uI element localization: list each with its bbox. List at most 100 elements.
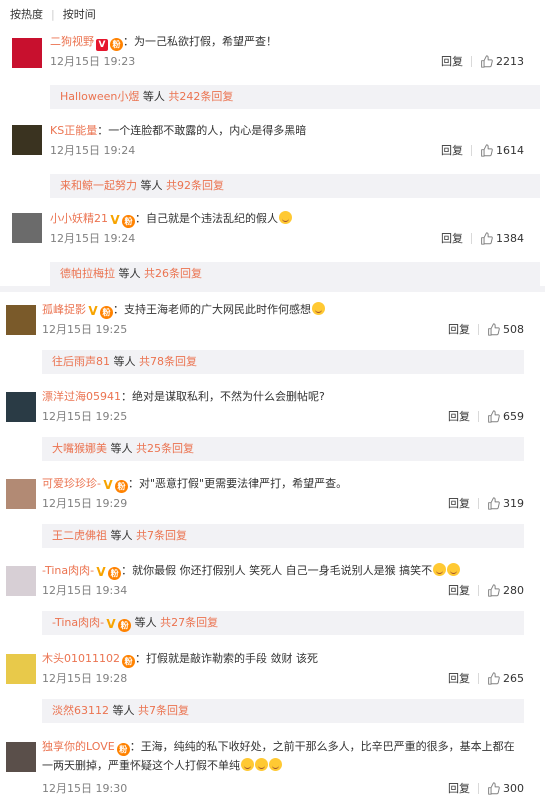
fan-badge-icon: 粉 (116, 743, 130, 756)
reply-etc-label: 等人 (110, 529, 133, 542)
reply-button[interactable]: 回复 (448, 408, 470, 424)
colon-separator: ： (121, 564, 133, 577)
colon-separator: ： (123, 35, 134, 48)
reply-count[interactable]: 共7条回复 (138, 704, 189, 717)
comment-item: -Tina肉肉- V 粉：就你最假 你还打假别人 笑死人 自己一身毛说别人是猴 搞笑… (0, 560, 545, 640)
comment-username[interactable]: 小小妖精21 (50, 212, 108, 225)
reply-count-number: 92 (177, 179, 191, 192)
user-avatar[interactable] (6, 742, 36, 772)
emoji-icon (447, 563, 461, 576)
comment-username[interactable]: 漂洋过海05941 (42, 390, 121, 403)
reply-count[interactable]: 共92条回复 (166, 179, 224, 192)
user-avatar[interactable] (12, 38, 42, 68)
reply-summary[interactable]: Halloween小煜 等人 共242条回复 (50, 85, 540, 109)
like-button[interactable]: 2213 (480, 55, 524, 68)
comment-username[interactable]: 二狗视野 (50, 35, 94, 48)
user-avatar[interactable] (6, 392, 36, 422)
reply-username[interactable]: 往后雨声81 (52, 355, 110, 368)
reply-count[interactable]: 共25条回复 (136, 442, 194, 455)
reply-button[interactable]: 回复 (441, 142, 463, 158)
like-button[interactable]: 1384 (480, 232, 524, 245)
reply-count[interactable]: 共78条回复 (139, 355, 197, 368)
reply-button[interactable]: 回复 (448, 670, 470, 686)
like-button[interactable]: 508 (487, 323, 524, 336)
reply-username[interactable]: 来和鲸一起努力 (60, 179, 137, 192)
reply-summary[interactable]: -Tina肉肉- V 粉 等人 共27条回复 (42, 611, 524, 635)
fan-badge-icon: 粉 (110, 38, 123, 51)
reply-summary[interactable]: 来和鲸一起努力 等人 共92条回复 (50, 174, 540, 198)
reply-username[interactable]: 王二虎佛祖 (52, 529, 107, 542)
like-button[interactable]: 1614 (480, 144, 524, 157)
comment-line: 小小妖精21 V 粉：自己就是个违法乱纪的假人 (50, 211, 292, 228)
colon-separator: ： (121, 390, 132, 403)
comment-line: 孤峰捉影 V 粉：支持王海老师的广大网民此时作何感想 (42, 302, 325, 319)
like-count: 1614 (496, 143, 524, 157)
reply-count[interactable]: 共7条回复 (136, 529, 187, 542)
reply-username[interactable]: 淡然63112 (52, 704, 109, 717)
comment-item: 小小妖精21 V 粉：自己就是个违法乱纪的假人 12月15日 19:24 回复 1384 德… (0, 207, 545, 287)
reply-button[interactable]: 回复 (441, 230, 463, 246)
reply-button[interactable]: 回复 (448, 495, 470, 511)
like-button[interactable]: 300 (487, 782, 524, 795)
reply-count-suffix: 条回复 (156, 704, 189, 717)
reply-button[interactable]: 回复 (441, 53, 463, 69)
reply-summary[interactable]: 德帕拉梅拉 等人 共26条回复 (50, 262, 540, 286)
sort-by-hot[interactable]: 按热度 (10, 6, 43, 22)
like-count: 659 (503, 409, 524, 423)
comment-username[interactable]: KS正能量 (50, 124, 97, 137)
user-avatar[interactable] (6, 654, 36, 684)
comment-item: 木头01011102 粉：打假就是敲诈勒索的手段 敛财 该死 12月15日 19:2… (0, 648, 545, 728)
like-button[interactable]: 659 (487, 410, 524, 423)
comment-timestamp: 12月15日 19:25 (42, 323, 128, 336)
comment-username[interactable]: 孤峰捉影 (42, 303, 86, 316)
reply-count[interactable]: 共26条回复 (144, 267, 202, 280)
action-divider (478, 672, 479, 684)
comment-username[interactable]: 独享你的LOVE (42, 740, 115, 753)
reply-etc-label: 等人 (113, 355, 136, 368)
user-avatar[interactable] (12, 125, 42, 155)
comment-line: KS正能量：一个连脸都不敢露的人，内心是得多黑暗 (50, 123, 306, 139)
reply-count[interactable]: 共242条回复 (168, 90, 233, 103)
colon-separator: ： (135, 652, 146, 665)
reply-button[interactable]: 回复 (448, 582, 470, 598)
comment-username[interactable]: 可爱珍珍珍- (42, 477, 101, 490)
reply-button[interactable]: 回复 (448, 321, 470, 337)
emoji-icon (312, 302, 325, 315)
action-divider (471, 232, 472, 244)
reply-etc-label: 等人 (118, 267, 141, 280)
comment-actions: 回复 1384 (441, 230, 524, 246)
reply-summary[interactable]: 淡然63112 等人 共7条回复 (42, 699, 524, 723)
reply-username[interactable]: -Tina肉肉- (52, 616, 104, 629)
reply-summary[interactable]: 往后雨声81 等人 共78条回复 (42, 350, 524, 374)
emoji-icon (241, 758, 254, 771)
action-divider (471, 144, 472, 156)
user-avatar[interactable] (6, 566, 36, 596)
comment-line: -Tina肉肉- V 粉：就你最假 你还打假别人 笑死人 自己一身毛说别人是猴 搞笑… (42, 563, 461, 580)
emoji-icon (269, 758, 282, 771)
comment-text: 支持王海老师的广大网民此时作何感想 (124, 303, 311, 316)
like-button[interactable]: 265 (487, 672, 524, 685)
sort-by-time[interactable]: 按时间 (63, 6, 96, 22)
comment-text: 绝对是谋取私利，不然为什么会删帖呢? (132, 390, 325, 403)
comment-username[interactable]: 木头01011102 (42, 652, 120, 665)
reply-summary[interactable]: 王二虎佛祖 等人 共7条回复 (42, 524, 524, 548)
reply-count[interactable]: 共27条回复 (160, 616, 218, 629)
comment-actions: 回复 1614 (441, 142, 524, 158)
reply-button[interactable]: 回复 (448, 780, 470, 796)
comment-username[interactable]: -Tina肉肉- (42, 564, 94, 577)
reply-summary[interactable]: 大嘴猴娜美 等人 共25条回复 (42, 437, 524, 461)
verified-v-icon: V (110, 213, 120, 227)
reply-username[interactable]: Halloween小煜 (60, 90, 139, 103)
reply-count-number: 78 (150, 355, 164, 368)
user-avatar[interactable] (12, 213, 42, 243)
reply-username[interactable]: 德帕拉梅拉 (60, 267, 115, 280)
colon-separator: ： (113, 303, 124, 316)
reply-count-prefix: 共 (139, 355, 150, 368)
like-button[interactable]: 280 (487, 584, 524, 597)
emoji-icon (279, 211, 292, 224)
user-avatar[interactable] (6, 305, 36, 335)
thumbs-up-icon (480, 54, 493, 68)
like-button[interactable]: 319 (487, 497, 524, 510)
user-avatar[interactable] (6, 479, 36, 509)
reply-username[interactable]: 大嘴猴娜美 (52, 442, 107, 455)
